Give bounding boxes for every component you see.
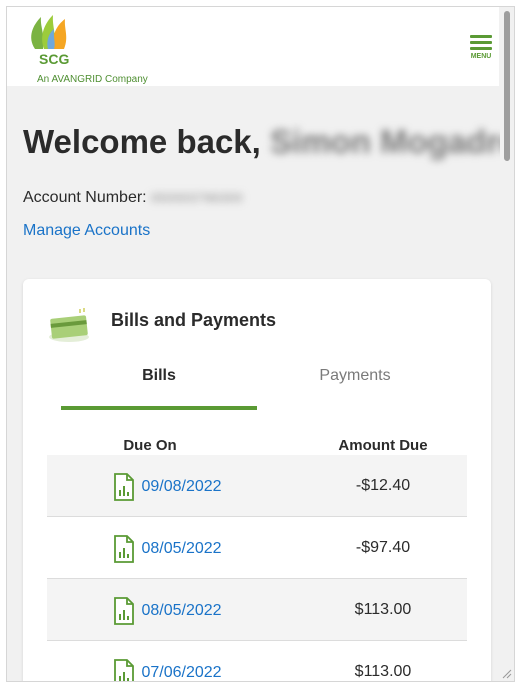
due-date-cell: 08/05/2022 — [113, 535, 222, 563]
customer-name: Simon Mogadro — [270, 123, 515, 160]
due-date-link[interactable]: 07/06/2022 — [141, 664, 221, 681]
amount-due-cell: -$12.40 — [355, 477, 411, 494]
account-number-value: 050003796300 — [151, 191, 244, 205]
due-date-link[interactable]: 09/08/2022 — [141, 478, 221, 495]
site-header: SCG An AVANGRID Company MENU — [7, 7, 499, 86]
scg-logo[interactable]: SCG An AVANGRID Company — [25, 13, 165, 85]
table-row: 09/08/2022 -$12.40 — [47, 455, 467, 517]
column-header-amount-due: Amount Due — [338, 437, 428, 454]
table-row: 07/06/2022 $113.00 — [47, 641, 467, 682]
scg-flame-logo-icon — [31, 15, 67, 49]
due-date-cell: 08/05/2022 — [113, 597, 222, 625]
vertical-scrollbar[interactable] — [500, 7, 514, 681]
logo-tagline: An AVANGRID Company — [37, 74, 148, 85]
welcome-heading: Welcome back, Simon Mogadro — [23, 123, 515, 161]
table-row: 08/05/2022 -$97.40 — [47, 517, 467, 579]
bills-payments-card: Bills and Payments Bills Payments Due On… — [23, 279, 491, 682]
amount-due-cell: $113.00 — [354, 601, 412, 618]
bill-document-icon[interactable] — [113, 535, 135, 563]
resize-handle-icon[interactable] — [500, 667, 512, 679]
menu-button[interactable]: MENU — [466, 35, 496, 65]
app-viewport: SCG An AVANGRID Company MENU Welcome bac… — [6, 6, 515, 682]
credit-card-icon — [49, 308, 89, 342]
bill-document-icon[interactable] — [113, 473, 135, 501]
column-header-due-on: Due On — [123, 437, 177, 454]
card-title: Bills and Payments — [111, 310, 277, 330]
account-number-label: Account Number: — [23, 189, 147, 206]
table-row: 08/05/2022 $113.00 — [47, 579, 467, 641]
menu-label: MENU — [470, 53, 492, 60]
tab-bills[interactable]: Bills — [61, 367, 257, 385]
amount-due-cell: $113.00 — [354, 663, 412, 680]
account-number-row: Account Number: 050003796300 — [23, 189, 243, 207]
tab-payments[interactable]: Payments — [257, 367, 453, 385]
welcome-greeting: Welcome back, — [23, 123, 261, 160]
logo-wordmark: SCG — [39, 51, 70, 67]
menu-hamburger-icon — [466, 35, 496, 50]
bill-document-icon[interactable] — [113, 597, 135, 625]
scrollbar-thumb[interactable] — [504, 11, 510, 161]
due-date-link[interactable]: 08/05/2022 — [141, 602, 221, 619]
manage-accounts-link[interactable]: Manage Accounts — [23, 222, 150, 240]
amount-due-cell: -$97.40 — [355, 539, 411, 556]
active-tab-indicator — [61, 406, 257, 410]
due-date-link[interactable]: 08/05/2022 — [141, 540, 221, 557]
due-date-cell: 07/06/2022 — [113, 659, 222, 682]
due-date-cell: 09/08/2022 — [113, 473, 222, 501]
bill-document-icon[interactable] — [113, 659, 135, 682]
